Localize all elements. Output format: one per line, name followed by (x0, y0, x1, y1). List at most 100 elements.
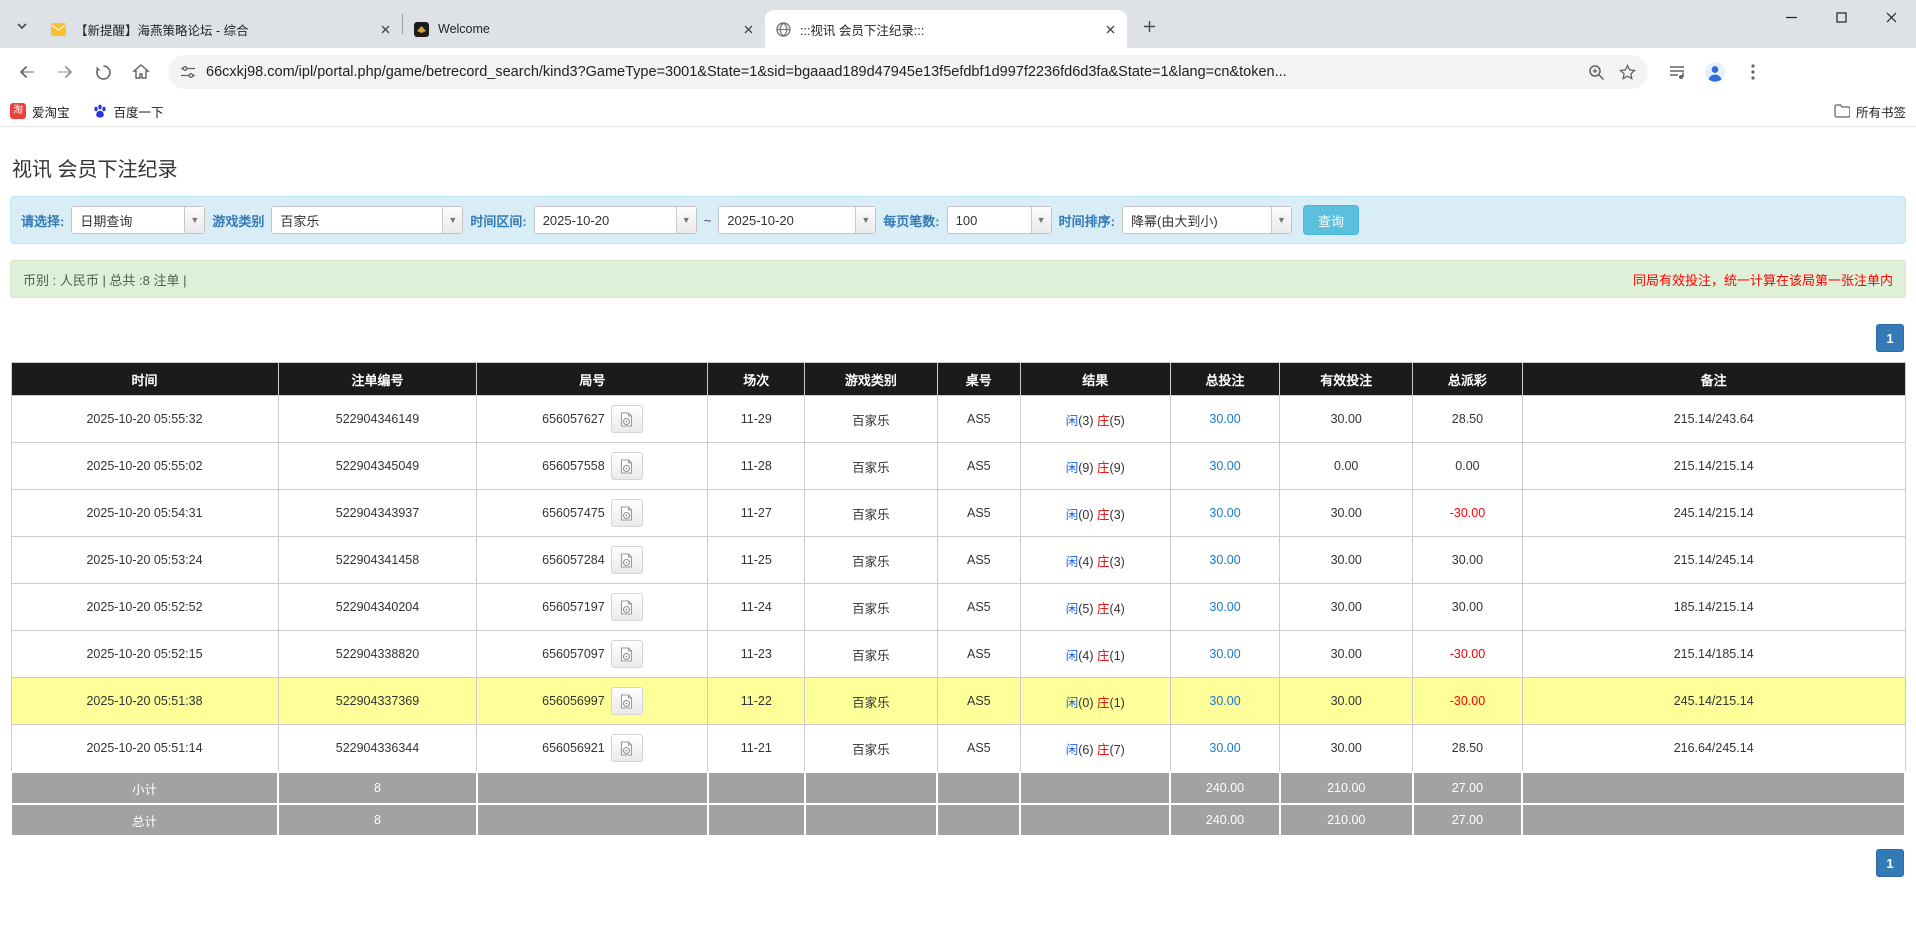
sum-empty (937, 804, 1020, 836)
dark-emblem-icon (413, 21, 430, 38)
close-tab-icon[interactable] (1101, 20, 1119, 38)
cell-game-type: 百家乐 (805, 678, 938, 725)
select-label: 请选择: (21, 211, 64, 230)
cell-round-id: 656057475 (477, 490, 708, 537)
back-icon[interactable] (10, 55, 44, 89)
cell-total-bet[interactable]: 30.00 (1170, 490, 1280, 537)
page-1-button[interactable]: 1 (1876, 849, 1904, 877)
minimize-button[interactable] (1766, 0, 1816, 34)
site-info-tune-icon[interactable] (180, 64, 196, 80)
zoom-level-icon[interactable] (1588, 64, 1605, 81)
chevron-down-icon[interactable]: ▼ (184, 207, 204, 233)
bookmark-label: 爱淘宝 (32, 102, 70, 121)
video-replay-button[interactable] (611, 687, 643, 715)
cell-table-no: AS5 (937, 443, 1020, 490)
currency-summary: 币别 : 人民币 | 总共 :8 注单 | (23, 270, 187, 289)
video-replay-button[interactable] (611, 734, 643, 762)
cell-time: 2025-10-20 05:51:14 (11, 725, 278, 773)
forward-icon[interactable] (48, 55, 82, 89)
chevron-down-icon[interactable]: ▼ (1031, 207, 1051, 233)
globe-icon (775, 21, 792, 38)
video-replay-button[interactable] (611, 405, 643, 433)
table-header-row: 时间注单编号局号场次游戏类别桌号结果总投注有效投注总派彩备注 (11, 363, 1905, 396)
chevron-down-icon[interactable]: ▼ (1271, 207, 1291, 233)
sum-payout: 27.00 (1413, 772, 1523, 804)
query-type-value: 日期查询 (72, 207, 184, 233)
tab-search-chevron-icon[interactable] (8, 12, 36, 40)
cell-payout: -30.00 (1413, 631, 1523, 678)
cell-time: 2025-10-20 05:51:38 (11, 678, 278, 725)
tab-forum[interactable]: 【新提醒】海燕策略论坛 - 综合 (40, 10, 402, 48)
profile-avatar[interactable] (1698, 55, 1732, 89)
date-to-select[interactable]: 2025-10-20 ▼ (718, 206, 876, 234)
cell-valid-bet: 30.00 (1280, 537, 1413, 584)
url-bar[interactable]: 66cxkj98.com/ipl/portal.php/game/betreco… (168, 55, 1648, 89)
url-text[interactable]: 66cxkj98.com/ipl/portal.php/game/betreco… (206, 64, 1588, 80)
home-icon[interactable] (124, 55, 158, 89)
baidu-paw-icon (92, 103, 108, 119)
all-bookmarks[interactable]: 所有书签 (1834, 102, 1906, 121)
cell-result: 闲(3) 庄(5) (1020, 396, 1170, 443)
cell-payout: 30.00 (1413, 584, 1523, 631)
cell-valid-bet: 30.00 (1280, 490, 1413, 537)
sum-empty (1522, 772, 1905, 804)
cell-result: 闲(6) 庄(7) (1020, 725, 1170, 773)
sum-empty (937, 772, 1020, 804)
bookmarks-bar: 淘 爱淘宝 百度一下 所有书签 (0, 96, 1916, 127)
chevron-down-icon[interactable]: ▼ (855, 207, 875, 233)
cell-total-bet[interactable]: 30.00 (1170, 725, 1280, 773)
page-1-button[interactable]: 1 (1876, 324, 1904, 352)
table-header-cell: 有效投注 (1280, 363, 1413, 396)
new-tab-button[interactable] (1135, 12, 1163, 40)
close-tab-icon[interactable] (376, 20, 394, 38)
tab-welcome[interactable]: Welcome (403, 10, 765, 48)
video-replay-button[interactable] (611, 640, 643, 668)
chevron-down-icon[interactable]: ▼ (676, 207, 696, 233)
close-tab-icon[interactable] (739, 20, 757, 38)
table-header-cell: 桌号 (937, 363, 1020, 396)
cell-total-bet[interactable]: 30.00 (1170, 443, 1280, 490)
table-header-cell: 备注 (1522, 363, 1905, 396)
reload-icon[interactable] (86, 55, 120, 89)
bookmark-star-icon[interactable] (1619, 64, 1636, 81)
date-to-value: 2025-10-20 (719, 207, 855, 233)
sum-valid-bet: 210.00 (1280, 772, 1413, 804)
cell-payout: -30.00 (1413, 490, 1523, 537)
close-window-button[interactable] (1866, 0, 1916, 34)
video-replay-button[interactable] (611, 546, 643, 574)
cell-session: 11-28 (708, 443, 805, 490)
game-type-select[interactable]: 百家乐 ▼ (271, 206, 463, 234)
cell-round-id: 656057284 (477, 537, 708, 584)
tab-bet-records[interactable]: :::视讯 会员下注纪录::: (765, 10, 1127, 48)
menu-dots-icon[interactable] (1736, 55, 1770, 89)
cell-bet-id: 522904336344 (278, 725, 477, 773)
search-button[interactable]: 查询 (1303, 205, 1359, 235)
media-controls-icon[interactable] (1660, 55, 1694, 89)
sort-select[interactable]: 降幂(由大到小) ▼ (1122, 206, 1292, 234)
maximize-button[interactable] (1816, 0, 1866, 34)
chevron-down-icon[interactable]: ▼ (442, 207, 462, 233)
date-from-select[interactable]: 2025-10-20 ▼ (534, 206, 697, 234)
cell-total-bet[interactable]: 30.00 (1170, 631, 1280, 678)
sum-empty (1522, 804, 1905, 836)
bookmark-taobao[interactable]: 淘 爱淘宝 (10, 102, 70, 121)
cell-total-bet[interactable]: 30.00 (1170, 584, 1280, 631)
all-bookmarks-label: 所有书签 (1856, 102, 1906, 121)
bookmark-baidu[interactable]: 百度一下 (92, 102, 164, 121)
video-replay-button[interactable] (611, 452, 643, 480)
cell-note: 216.64/245.14 (1522, 725, 1905, 773)
page-content: 视讯 会员下注纪录 请选择: 日期查询 ▼ 游戏类别 百家乐 ▼ 时间区间: 2… (0, 153, 1916, 877)
cell-total-bet[interactable]: 30.00 (1170, 396, 1280, 443)
cell-table-no: AS5 (937, 537, 1020, 584)
cell-total-bet[interactable]: 30.00 (1170, 537, 1280, 584)
page-size-select[interactable]: 100 ▼ (947, 206, 1052, 234)
video-replay-button[interactable] (611, 593, 643, 621)
video-replay-button[interactable] (611, 499, 643, 527)
cell-total-bet[interactable]: 30.00 (1170, 678, 1280, 725)
sum-empty (477, 772, 708, 804)
cell-note: 245.14/215.14 (1522, 490, 1905, 537)
cell-bet-id: 522904343937 (278, 490, 477, 537)
cell-result: 闲(4) 庄(1) (1020, 631, 1170, 678)
query-type-select[interactable]: 日期查询 ▼ (71, 206, 205, 234)
sum-payout: 27.00 (1413, 804, 1523, 836)
